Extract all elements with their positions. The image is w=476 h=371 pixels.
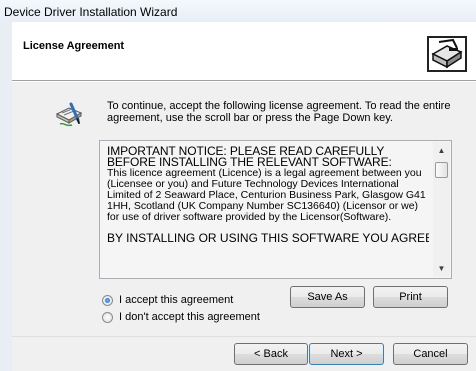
wizard-dialog: License Agreement To continue, accept th… [12,22,476,371]
header-divider [12,81,476,82]
accept-label[interactable]: I accept this agreement [119,294,233,306]
window-left-edge [0,22,12,371]
scroll-thumb[interactable] [435,162,448,178]
page-title: License Agreement [23,40,125,52]
license-caps-line: BY INSTALLING OR USING THIS SOFTWARE YOU… [107,231,429,245]
license-notice: IMPORTANT NOTICE: PLEASE READ CAREFULLY … [107,146,392,169]
license-doc-icon [55,102,83,127]
window-titlebar: Device Driver Installation Wizard [0,0,476,23]
license-text-box[interactable]: IMPORTANT NOTICE: PLEASE READ CAREFULLY … [99,140,452,279]
back-button[interactable]: < Back [234,343,308,365]
cancel-button[interactable]: Cancel [393,343,468,365]
wizard-header: License Agreement [12,22,476,81]
license-text: IMPORTANT NOTICE: PLEASE READ CAREFULLY … [107,146,429,274]
installer-icon [427,36,467,72]
decline-label[interactable]: I don't accept this agreement [119,311,260,323]
license-body: This licence agreement (Licence) is a le… [107,167,426,223]
scroll-down-icon[interactable]: ▼ [433,260,450,277]
accept-radio[interactable] [102,295,113,306]
scroll-up-icon[interactable]: ▲ [433,142,450,159]
footer-divider [12,336,476,337]
next-button[interactable]: Next > [309,343,384,365]
save-as-button[interactable]: Save As [290,286,365,308]
window-title: Device Driver Installation Wizard [4,5,178,19]
print-button[interactable]: Print [373,286,448,308]
license-scrollbar[interactable]: ▲ ▼ [433,142,450,277]
decline-radio[interactable] [102,312,113,323]
instruction-text: To continue, accept the following licens… [107,100,451,124]
